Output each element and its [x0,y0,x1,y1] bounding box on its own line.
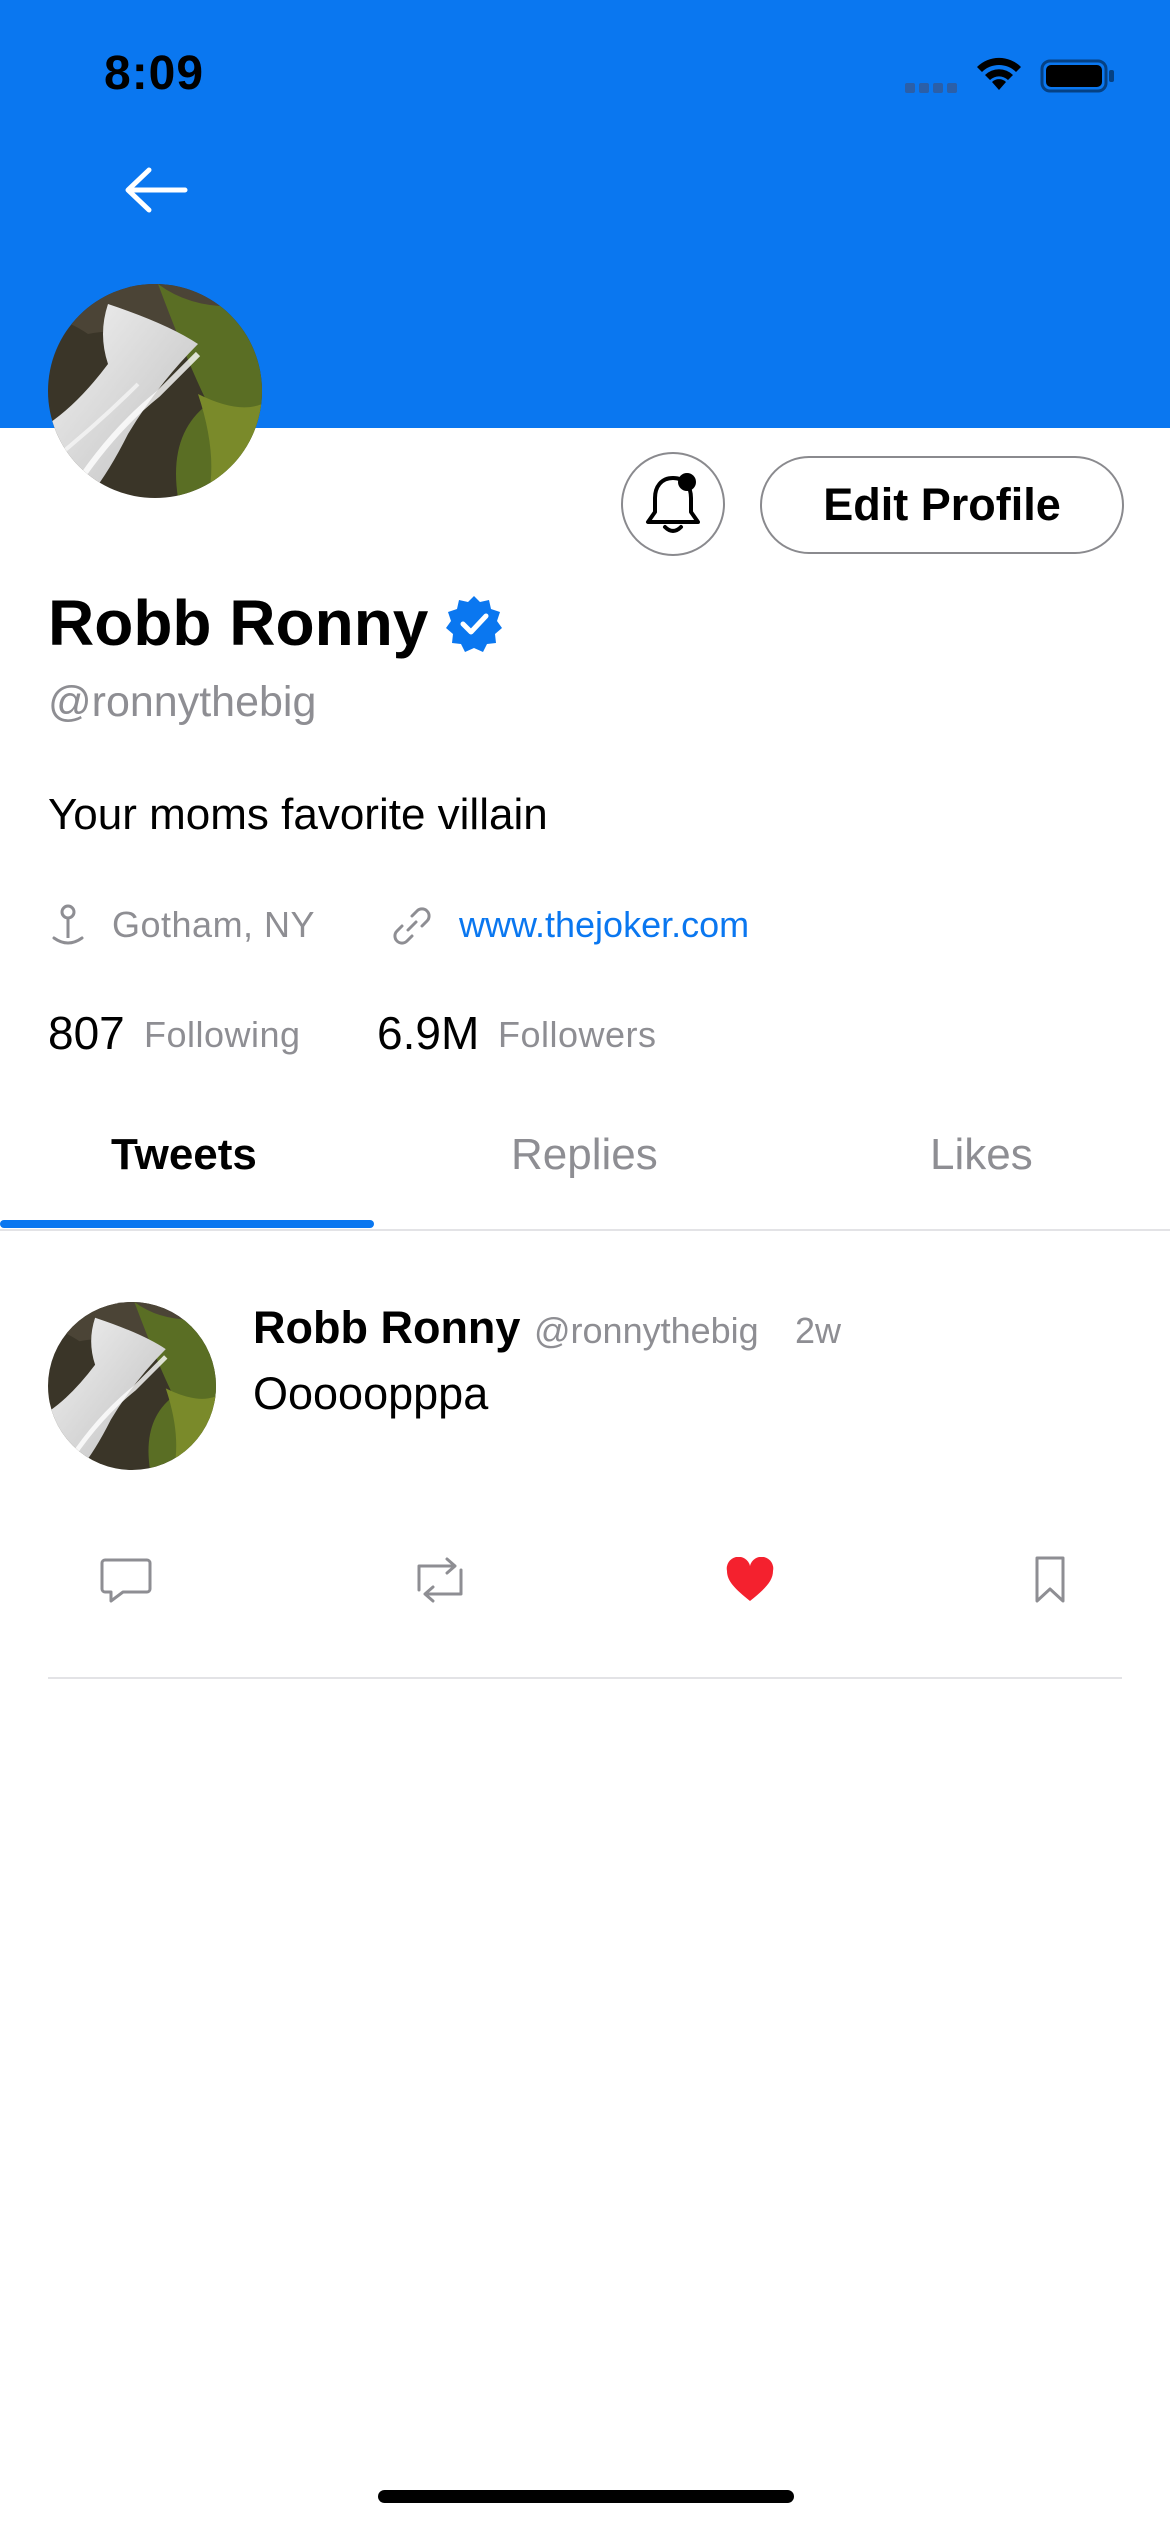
tweet-timestamp: 2w [795,1310,842,1351]
profile-location: Gotham, NY [112,904,316,945]
edit-profile-button[interactable]: Edit Profile [760,456,1124,554]
followers-count[interactable]: 6.9M [377,1006,479,1060]
comment-icon [100,1558,152,1603]
back-button[interactable] [110,150,202,230]
battery-icon [1040,59,1114,93]
tweet-text: Ooooopppa [253,1368,489,1419]
tweet-divider [48,1677,1122,1679]
link-icon [393,907,431,945]
bell-icon [646,473,700,533]
reply-button[interactable] [96,1552,156,1608]
following-label[interactable]: Following [144,1014,301,1056]
retweet-icon [417,1557,463,1603]
cellular-signal-icon [905,83,957,93]
like-button[interactable] [720,1552,780,1608]
arrow-left-icon [125,167,188,213]
tab-replies[interactable]: Replies [511,1130,658,1180]
profile-name: Robb Ronny [48,587,429,659]
profile-bio: Your moms favorite villain [48,790,548,839]
tweet-author-avatar[interactable] [48,1302,216,1470]
tweet-author-handle: @ronnythebig [534,1310,759,1351]
bookmark-icon [1035,1556,1065,1603]
tab-likes[interactable]: Likes [930,1130,1033,1180]
following-count[interactable]: 807 [48,1006,125,1060]
status-bar-time: 8:09 [104,47,205,100]
wifi-icon [977,57,1021,90]
bookmark-button[interactable] [1020,1552,1080,1608]
profile-avatar[interactable] [48,284,262,498]
home-indicator[interactable] [378,2490,794,2503]
retweet-button[interactable] [410,1552,470,1608]
heart-icon [726,1557,774,1601]
tabs-divider [0,1229,1170,1231]
tab-tweets[interactable]: Tweets [111,1130,257,1180]
pin-icon [52,904,84,945]
profile-website-link[interactable]: www.thejoker.com [459,904,749,946]
verified-badge-icon [446,596,502,652]
tweet-author-name[interactable]: Robb Ronny [253,1302,520,1354]
active-tab-indicator [0,1220,374,1228]
notifications-button[interactable] [621,452,725,556]
followers-label[interactable]: Followers [498,1014,657,1056]
profile-handle: @ronnythebig [48,678,317,726]
